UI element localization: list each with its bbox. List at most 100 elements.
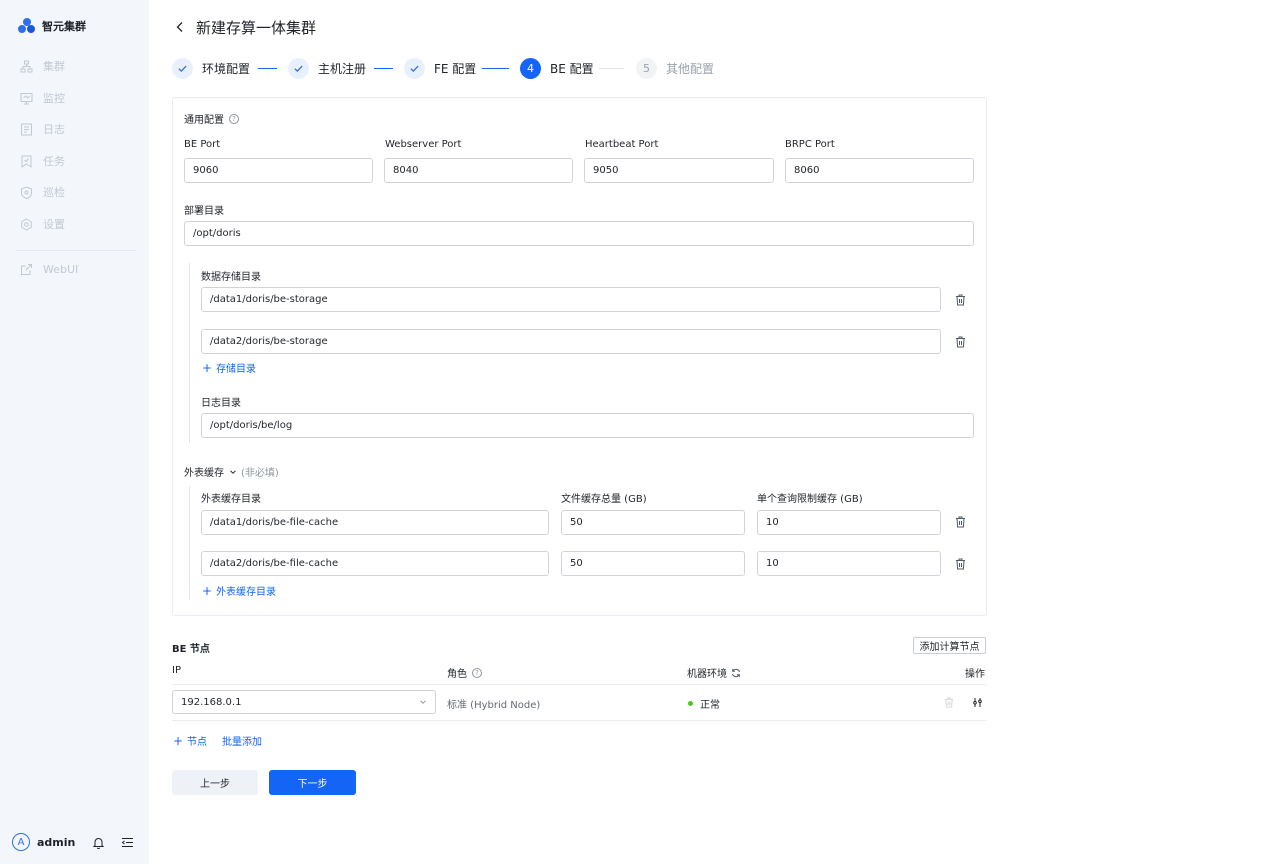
storage-dir-input[interactable] [201,329,941,354]
cluster-icon [20,60,33,73]
next-step-button[interactable]: 下一步 [269,770,356,795]
sidebar-item-task[interactable]: 任务 [20,151,65,171]
step-label: 主机注册 [318,61,367,76]
sidebar-item-log[interactable]: 日志 [20,119,65,139]
brand[interactable]: 智元集群 [18,17,86,35]
add-cache-dir-link[interactable]: + 外表缓存目录 [202,583,277,599]
check-icon [288,57,309,79]
back-arrow-icon[interactable] [174,20,186,34]
brpc-port-label: BRPC Port [785,139,835,150]
cache-total-col-label: 文件缓存总量 (GB) [561,494,647,505]
storage-dir-input[interactable] [201,287,941,312]
sidebar-item-label: WebUI [43,262,79,276]
heartbeat-port-label: Heartbeat Port [585,139,659,150]
sidebar-item-label: 日志 [43,123,65,136]
sidebar-item-label: 集群 [43,60,65,73]
sidebar-item-webui[interactable]: WebUI [20,259,78,279]
chevron-down-icon [230,469,236,474]
webserver-port-label: Webserver Port [385,139,462,150]
wrench-settings-icon[interactable] [972,697,983,708]
step-number: 5 [636,57,657,79]
delete-icon[interactable] [955,336,966,348]
add-node-link[interactable]: + 节点 [173,733,207,749]
help-icon[interactable]: ? [472,667,482,678]
col-env: 机器环境 [687,665,741,680]
step-other[interactable]: 5 其他配置 [636,57,714,79]
step-label: FE 配置 [434,61,477,76]
page-title: 新建存算一体集群 [196,19,317,37]
sidebar: 智元集群 集群 监控 日志 任务 巡检 设置 WebUI A admin [0,0,149,864]
role-cell: 标准 (Hybrid Node) [447,700,541,711]
brand-logo-icon [18,18,35,34]
add-cache-dir-label: 外表缓存目录 [216,587,277,598]
storage-dir-label: 数据存储目录 [201,272,261,283]
add-storage-dir-link[interactable]: + 存储目录 [202,360,256,376]
log-icon [20,123,33,136]
sidebar-item-label: 监控 [43,92,65,105]
heartbeat-port-input[interactable] [584,158,774,183]
deploy-dir-label: 部署目录 [184,206,224,217]
monitor-icon [20,92,33,105]
brpc-port-input[interactable] [785,158,974,183]
ip-select[interactable]: 192.168.0.1 [172,690,436,714]
external-link-icon [20,263,33,276]
step-number: 4 [520,57,541,79]
step-connector [374,68,393,69]
table-row-divider [172,720,986,721]
sidebar-item-cluster[interactable]: 集群 [20,56,65,76]
cache-dir-col-label: 外表缓存目录 [201,494,261,505]
external-cache-title: 外表缓存 [184,468,224,479]
step-host[interactable]: 主机注册 [288,57,366,79]
table-header-divider [172,684,986,685]
sidebar-item-settings[interactable]: 设置 [20,214,65,234]
step-label: 其他配置 [666,61,715,76]
plus-icon: + [202,360,213,375]
sidebar-item-label: 设置 [43,218,65,231]
avatar: A [12,833,30,851]
delete-icon[interactable] [955,558,966,570]
sidebar-item-inspect[interactable]: 巡检 [20,182,65,202]
batch-add-link[interactable]: 批量添加 [222,733,262,748]
cache-total-input[interactable] [561,551,745,576]
refresh-icon[interactable] [731,668,741,678]
env-status-cell: 正常 [688,696,720,711]
log-dir-input[interactable] [201,413,974,438]
cache-dir-input[interactable] [201,551,549,576]
step-label: BE 配置 [550,61,594,76]
settings-icon [20,217,33,231]
collapse-menu-icon[interactable] [121,836,134,849]
user-menu[interactable]: A admin [12,833,75,851]
delete-icon[interactable] [944,697,954,708]
deploy-dir-input[interactable] [184,221,974,246]
optional-hint: (非必填) [241,468,279,479]
chevron-down-icon [420,700,426,704]
help-icon[interactable]: ? [229,113,239,124]
general-config-title: 通用配置 ? [184,111,239,126]
cache-limit-input[interactable] [757,551,941,576]
cache-limit-input[interactable] [757,510,941,535]
step-be[interactable]: 4 BE 配置 [520,57,594,79]
cache-total-input[interactable] [561,510,745,535]
be-port-label: BE Port [184,139,221,150]
step-fe[interactable]: FE 配置 [404,57,476,79]
bell-icon[interactable] [92,836,105,850]
add-compute-node-button[interactable]: 添加计算节点 [913,637,986,654]
task-icon [20,155,33,168]
log-dir-label: 日志目录 [201,398,241,409]
nested-group-bar [189,486,190,600]
user-name: admin [37,835,76,849]
cache-dir-input[interactable] [201,510,549,535]
step-env[interactable]: 环境配置 [172,57,250,79]
plus-icon: + [173,733,184,748]
be-port-input[interactable] [184,158,373,183]
webserver-port-input[interactable] [384,158,573,183]
inspect-icon [20,185,33,199]
prev-step-button[interactable]: 上一步 [172,770,258,795]
delete-icon[interactable] [955,294,966,306]
cache-limit-col-label: 单个查询限制缓存 (GB) [757,494,863,505]
sidebar-item-monitor[interactable]: 监控 [20,88,65,108]
delete-icon[interactable] [955,516,966,528]
brand-name: 智元集群 [42,20,86,33]
external-cache-toggle[interactable]: 外表缓存 (非必填) [184,464,279,479]
col-ip: IP [172,665,181,676]
